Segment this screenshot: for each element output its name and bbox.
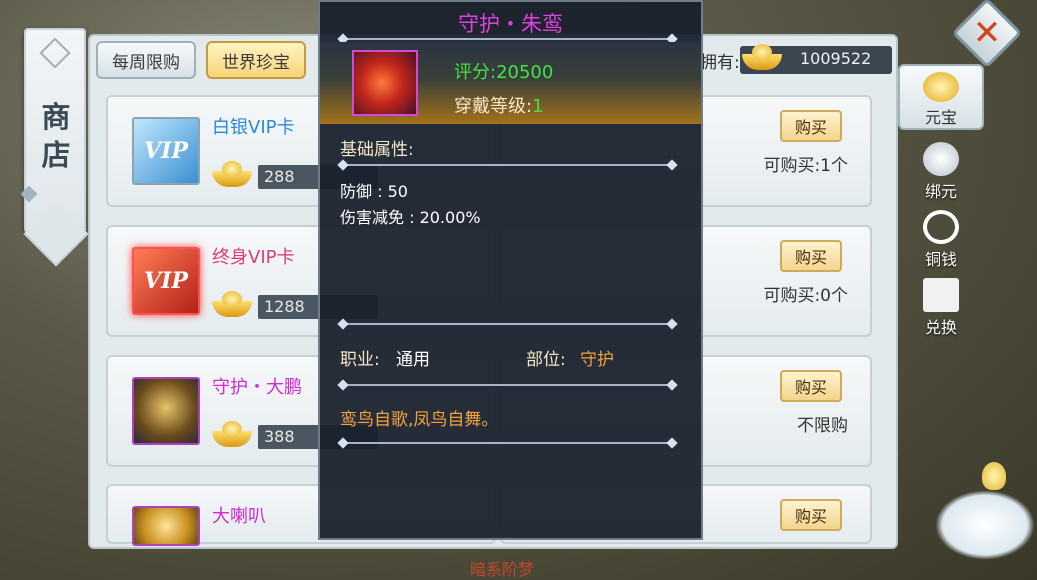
shop-banner: 商店 [24,28,86,233]
currency-label: 兑换 [924,318,957,337]
exchange-ticket-icon [923,278,959,312]
buy-button[interactable]: 购买 [780,370,842,402]
level-value: 1 [532,96,544,117]
currency-label: 元宝 [924,108,957,127]
vip-card-icon: VIP [132,117,200,185]
stat-damage-reduction: 伤害减免 : 20.00% [340,208,481,227]
currency-label: 铜钱 [924,250,957,269]
gold-ingot-icon [212,421,252,447]
currency-tab-copper[interactable]: 铜钱 [898,204,984,270]
tab-world-treasure[interactable]: 世界珍宝 [206,41,306,79]
divider [342,384,673,386]
score-value: 20500 [496,62,554,83]
banner-ornament-icon [39,37,71,69]
item-price: 388 [264,427,295,446]
item-description: 鸾鸟自歌,凤鸟自舞。 [340,410,499,430]
lotus-decoration-icon [935,490,1035,560]
item-tooltip: 守护・朱鸾 评分:20500 穿戴等级:1 基础属性: 防御 : 50 伤害减免… [318,0,703,540]
gold-ingot-icon [212,161,252,187]
lotus-bud-icon [982,462,1006,490]
tooltip-title: 守护・朱鸾 [458,12,563,36]
slot-value: 守护 [580,350,614,370]
megaphone-icon [132,506,200,546]
copper-coin-icon [923,210,959,244]
buy-button[interactable]: 购买 [780,110,842,142]
wear-level: 穿戴等级:1 [454,92,544,118]
close-icon[interactable]: ✕ [968,14,1006,52]
stat-defense: 防御 : 50 [340,182,408,201]
divider [342,38,673,40]
buy-button[interactable]: 购买 [780,499,842,531]
purchase-limit: 可购买:1个 [763,156,848,176]
purchase-limit: 不限购 [797,416,848,436]
score: 评分:20500 [454,58,553,84]
divider [342,164,673,166]
item-name: 大喇叭 [212,506,266,527]
currency-label: 绑元 [924,182,957,201]
tab-weekly-limited[interactable]: 每周限购 [96,41,196,79]
buy-button[interactable]: 购买 [780,240,842,272]
balance-label: 拥有: [700,53,740,73]
item-price: 1288 [264,297,305,316]
gold-ingot-icon [742,44,782,70]
currency-sidebar: 元宝 绑元 铜钱 兑换 [898,64,984,344]
item-name: 守护・大鹏 [212,377,302,398]
level-label: 穿戴等级: [454,96,533,117]
item-name: 终身VIP卡 [212,247,295,268]
balance-value: 1009522 [800,49,872,68]
zhuluan-guardian-icon [352,50,418,116]
footer-text: 暗系阶梦 [470,560,535,579]
divider [342,323,673,325]
gold-ingot-icon [212,291,252,317]
currency-tab-yuanbao[interactable]: 元宝 [898,64,984,130]
bound-ingot-icon [923,142,959,176]
gold-ingot-icon [923,72,959,102]
purchase-limit: 可购买:0个 [763,286,848,306]
section-title: 基础属性: [340,140,414,160]
class-label: 职业: [340,350,380,370]
item-price: 288 [264,167,295,186]
vip-card-icon: VIP [132,247,200,315]
dapeng-guardian-icon [132,377,200,445]
slot-label: 部位: [526,350,566,370]
score-label: 评分: [454,62,497,83]
currency-tab-exchange[interactable]: 兑换 [898,272,984,338]
class-value: 通用 [396,350,430,370]
shop-title: 商店 [41,100,71,172]
item-name: 白银VIP卡 [212,117,295,138]
divider [342,442,673,444]
currency-tab-bound-yuanbao[interactable]: 绑元 [898,136,984,202]
